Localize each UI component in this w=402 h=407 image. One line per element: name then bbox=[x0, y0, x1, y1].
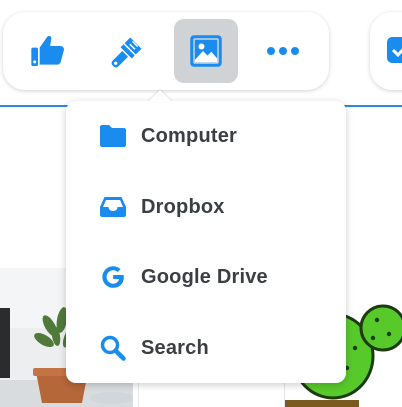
folder-icon bbox=[98, 121, 128, 151]
like-button[interactable] bbox=[16, 19, 80, 83]
dropbox-tray-icon bbox=[98, 192, 128, 222]
menu-item-label: Computer bbox=[141, 124, 238, 147]
image-icon bbox=[190, 35, 222, 67]
menu-pointer bbox=[148, 90, 172, 102]
ellipsis-icon bbox=[267, 47, 299, 55]
menu-item-search[interactable]: Search bbox=[66, 318, 346, 378]
style-button[interactable] bbox=[96, 19, 160, 83]
search-icon bbox=[98, 333, 128, 363]
toolbar bbox=[3, 12, 329, 90]
menu-item-label: Dropbox bbox=[141, 195, 225, 218]
menu-item-dropbox[interactable]: Dropbox bbox=[66, 177, 346, 237]
menu-item-computer[interactable]: Computer bbox=[66, 106, 346, 166]
page: Computer Dropbox Google Drive Search bbox=[0, 0, 402, 407]
secondary-toolbar bbox=[370, 12, 402, 90]
checkbox-icon[interactable] bbox=[384, 32, 402, 72]
thumbs-up-icon bbox=[31, 36, 64, 66]
google-g-icon bbox=[98, 262, 128, 292]
menu-item-google-drive[interactable]: Google Drive bbox=[66, 247, 346, 307]
menu-item-label: Search bbox=[141, 336, 209, 359]
image-button[interactable] bbox=[174, 19, 238, 83]
paintbrush-icon bbox=[111, 37, 142, 68]
image-source-menu: Computer Dropbox Google Drive Search bbox=[66, 101, 346, 383]
menu-item-label: Google Drive bbox=[141, 265, 268, 288]
more-button[interactable] bbox=[251, 19, 315, 83]
